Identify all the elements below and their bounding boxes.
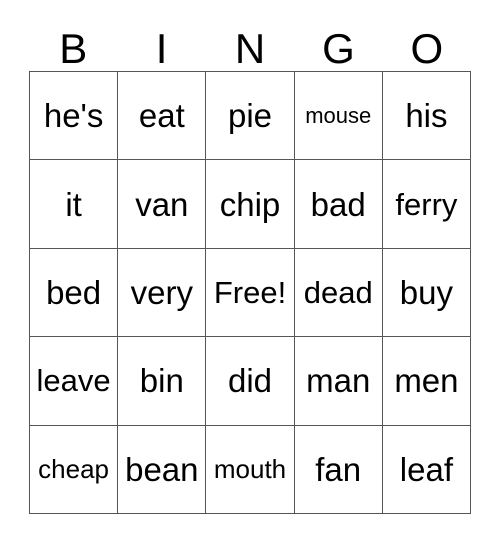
bingo-cell-label: chip: [219, 185, 281, 223]
bingo-cell-label: bean: [125, 450, 199, 488]
bingo-cell[interactable]: did: [206, 337, 295, 426]
bingo-card: B I N G O he's eat pie mouse his it van …: [0, 0, 500, 544]
bingo-cell-label: leave: [36, 363, 111, 399]
bingo-cell[interactable]: van: [118, 160, 207, 249]
bingo-grid: he's eat pie mouse his it van chip bad f…: [29, 71, 472, 515]
bingo-cell[interactable]: cheap: [30, 425, 119, 515]
bingo-row: he's eat pie mouse his: [30, 72, 472, 161]
bingo-cell[interactable]: pie: [206, 72, 295, 161]
bingo-row: bed very Free! dead buy: [30, 248, 472, 338]
bingo-cell[interactable]: men: [382, 337, 472, 426]
bingo-free-space-cell[interactable]: Free!: [206, 248, 295, 338]
bingo-cell-label: buy: [399, 274, 454, 312]
bingo-cell-label: his: [405, 97, 448, 135]
bingo-cell-label: dead: [303, 275, 373, 311]
bingo-cell[interactable]: he's: [30, 72, 119, 161]
bingo-cell[interactable]: chip: [206, 160, 295, 249]
bingo-cell[interactable]: mouse: [294, 72, 383, 161]
bingo-cell-label: mouse: [305, 102, 372, 128]
bingo-cell-label: pie: [227, 97, 273, 135]
bingo-cell-label: fan: [315, 450, 362, 488]
bingo-cell-label: leaf: [399, 450, 454, 488]
bingo-cell[interactable]: ferry: [382, 160, 472, 249]
bingo-cell[interactable]: bad: [294, 160, 383, 249]
bingo-header-letter-o: O: [410, 25, 444, 72]
bingo-cell-label: men: [394, 362, 459, 400]
bingo-header-letter-b: B: [59, 25, 88, 72]
bingo-row: cheap bean mouth fan leaf: [30, 425, 472, 515]
bingo-cell-label: bin: [139, 362, 184, 400]
bingo-row: leave bin did man men: [30, 337, 472, 426]
bingo-cell-label: cheap: [38, 454, 110, 485]
bingo-cell-label: bed: [46, 274, 102, 312]
bingo-header-row: B I N G O: [29, 22, 471, 71]
bingo-cell[interactable]: leave: [30, 337, 119, 426]
bingo-free-space-label: Free!: [213, 275, 287, 311]
bingo-cell[interactable]: his: [382, 72, 472, 161]
bingo-cell-label: ferry: [395, 186, 458, 222]
bingo-cell-label: mouth: [213, 454, 287, 485]
bingo-cell[interactable]: it: [30, 160, 119, 249]
bingo-cell[interactable]: buy: [382, 248, 472, 338]
bingo-cell-label: very: [130, 274, 193, 312]
bingo-header-letter-i: I: [155, 25, 168, 72]
bingo-header-letter-n: N: [234, 25, 266, 72]
bingo-row: it van chip bad ferry: [30, 160, 472, 249]
bingo-cell[interactable]: bean: [118, 425, 207, 515]
bingo-cell[interactable]: bed: [30, 248, 119, 338]
bingo-cell-label: man: [306, 362, 371, 400]
bingo-header-letter-g: G: [322, 25, 355, 72]
bingo-cell-label: did: [227, 362, 273, 400]
bingo-cell-label: eat: [138, 97, 185, 135]
bingo-cell[interactable]: fan: [294, 425, 383, 515]
bingo-cell[interactable]: very: [118, 248, 207, 338]
bingo-cell[interactable]: leaf: [382, 425, 472, 515]
bingo-cell[interactable]: eat: [118, 72, 207, 161]
bingo-cell[interactable]: mouth: [206, 425, 295, 515]
bingo-cell-label: van: [135, 185, 189, 223]
bingo-cell-label: bad: [310, 185, 366, 223]
bingo-cell-label: it: [65, 185, 82, 223]
bingo-cell-label: he's: [43, 97, 104, 135]
bingo-cell[interactable]: bin: [118, 337, 207, 426]
bingo-cell[interactable]: man: [294, 337, 383, 426]
bingo-cell[interactable]: dead: [294, 248, 383, 338]
